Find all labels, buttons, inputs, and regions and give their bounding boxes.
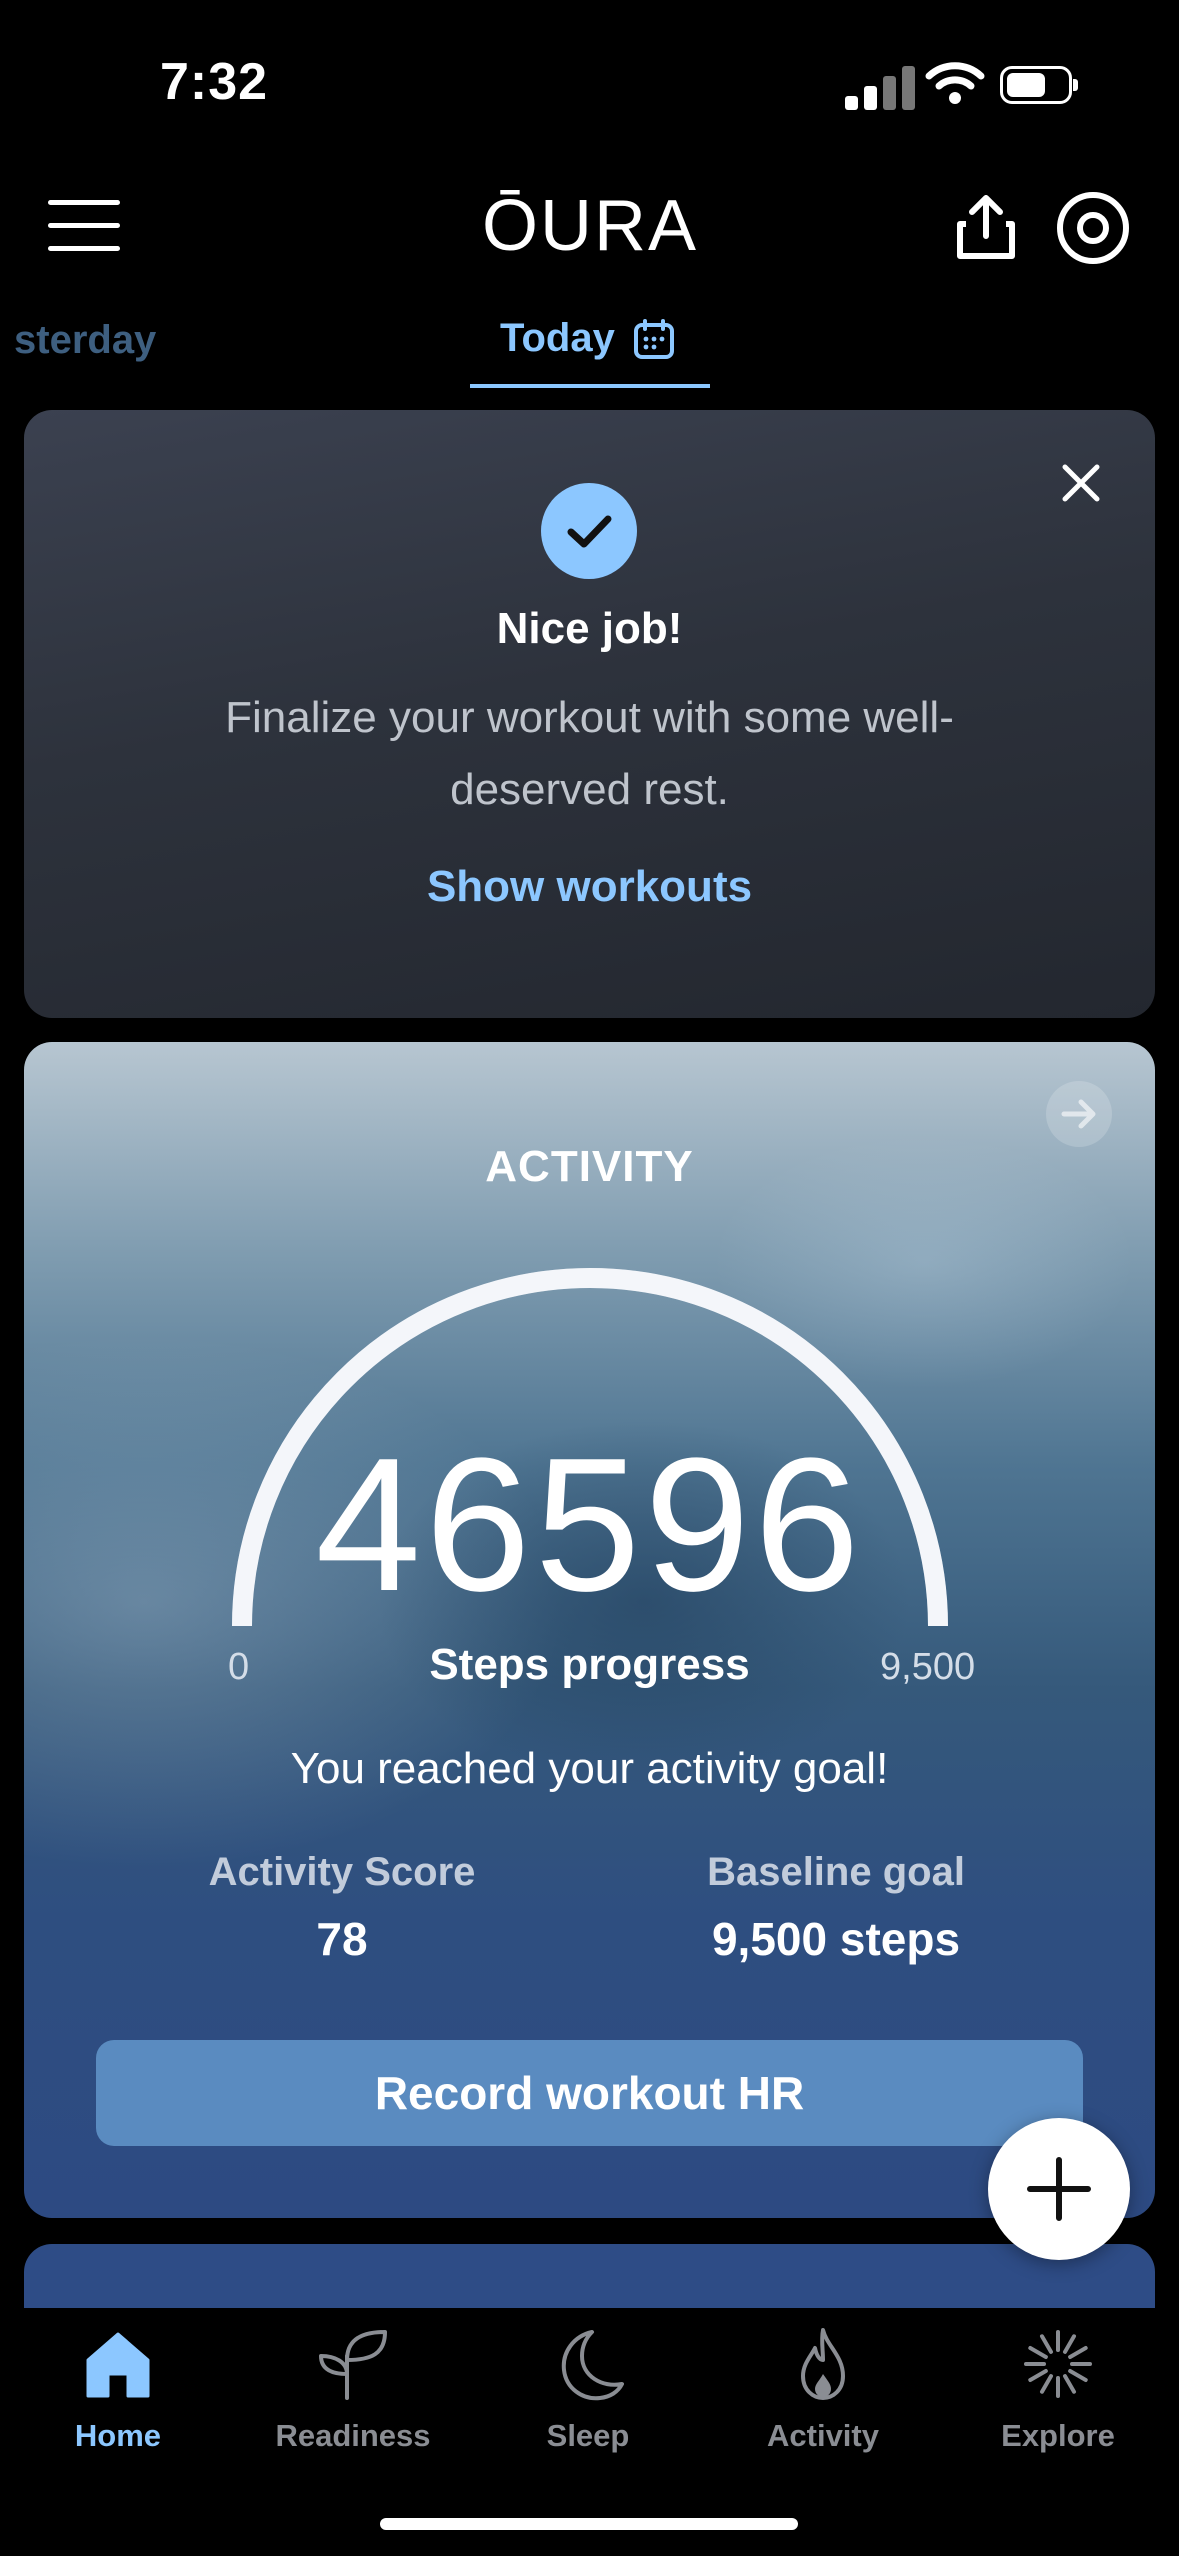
activity-score-value: 78 (316, 1913, 368, 1965)
active-tab-indicator (470, 384, 710, 388)
close-icon[interactable] (1058, 460, 1104, 506)
checkmark-icon (541, 483, 637, 579)
cellular-signal-icon (845, 64, 915, 110)
nav-home-label: Home (74, 2418, 162, 2453)
baseline-goal-label: Baseline goal (707, 1850, 965, 1894)
activity-title: ACTIVITY (485, 1142, 694, 1191)
banner-message: Finalize your workout with some well-des… (225, 693, 954, 814)
flame-icon (801, 2328, 845, 2400)
baseline-goal-value: 9,500 steps (711, 1913, 961, 1965)
goal-reached-message: You reached your activity goal! (290, 1744, 889, 1793)
sparkle-icon (1024, 2330, 1092, 2398)
steps-count: 46596 (315, 1419, 864, 1631)
nav-readiness-label: Readiness (275, 2418, 431, 2453)
tab-today[interactable]: Today (500, 316, 615, 361)
activity-score-label: Activity Score (208, 1850, 476, 1894)
home-icon (86, 2332, 150, 2398)
sprout-icon (319, 2330, 387, 2400)
oura-logo: ŌURA (481, 186, 699, 266)
steps-progress-label: Steps progress (429, 1640, 750, 1689)
moon-icon (561, 2330, 624, 2401)
share-icon[interactable] (950, 190, 1022, 262)
battery-icon (1000, 66, 1078, 104)
wifi-icon (925, 62, 985, 104)
nav-explore-label: Explore (1001, 2418, 1115, 2453)
nav-activity-label: Activity (767, 2418, 879, 2453)
banner-title: Nice job! (496, 604, 683, 653)
nav-sleep-label: Sleep (546, 2418, 630, 2453)
record-workout-hr-button[interactable]: Record workout HR (96, 2040, 1083, 2146)
show-workouts-link[interactable]: Show workouts (0, 862, 1179, 912)
calendar-icon[interactable] (633, 318, 675, 360)
arrow-right-icon[interactable] (1046, 1081, 1112, 1147)
tab-yesterday[interactable]: sterday (14, 318, 156, 363)
menu-button[interactable] (48, 200, 120, 252)
status-time: 7:32 (160, 53, 269, 111)
add-button[interactable] (988, 2118, 1130, 2260)
profile-ring-icon[interactable] (1055, 190, 1131, 266)
home-indicator (380, 2518, 798, 2530)
plus-icon (1027, 2157, 1091, 2221)
